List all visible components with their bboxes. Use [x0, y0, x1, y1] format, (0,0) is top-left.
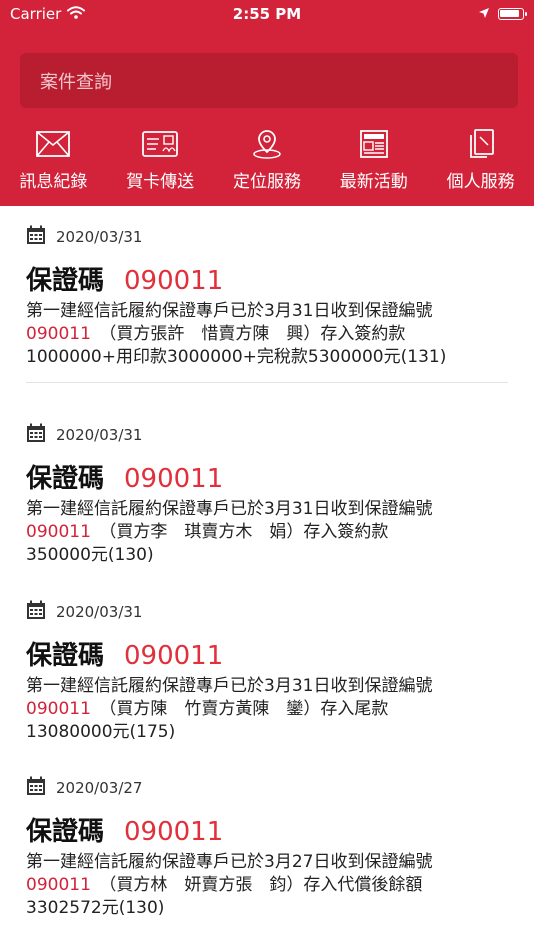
message-title: 保證碼 090011 — [26, 811, 508, 847]
body-code: 090011 — [26, 875, 91, 895]
body-line-2: 090011 （買方李 琪賣方木 娟）存入簽約款 — [26, 521, 508, 544]
body-line-3: 350000元(130) — [26, 545, 154, 565]
date-row: 2020/03/31 — [26, 600, 508, 624]
quick-nav: 訊息紀錄 賀卡傳送 定位服務 最新活動 個人服務 — [0, 126, 534, 196]
message-title: 保證碼 090011 — [26, 458, 508, 494]
envelope-icon — [36, 126, 71, 162]
body-line-3: 3302572元(130) — [26, 898, 165, 918]
status-time: 2:55 PM — [232, 5, 302, 23]
body-parties: （買方林 妍賣方張 鈞）存入代償後餘額 — [107, 875, 423, 895]
message-date: 2020/03/27 — [56, 779, 143, 797]
nav-label: 訊息紀錄 — [19, 172, 88, 192]
body-line-3: 1000000+用印款3000000+完稅款5300000元(131) — [26, 347, 447, 367]
calendar-icon — [26, 225, 46, 249]
status-bar: Carrier 2:55 PM — [0, 0, 534, 30]
calendar-icon — [26, 423, 46, 447]
message-card[interactable]: 2020/03/31 保證碼 090011 第一建經信託履約保證專戶已於3月31… — [26, 423, 508, 567]
body-code: 090011 — [26, 699, 91, 719]
body-line-1: 第一建經信託履約保證專戶已於3月31日收到保證編號 — [26, 676, 433, 696]
nav-item-messages[interactable]: 訊息紀錄 — [0, 126, 106, 196]
message-body: 第一建經信託履約保證專戶已於3月31日收到保證編號 090011 （買方陳 竹賣… — [26, 675, 508, 744]
title-code: 090011 — [124, 817, 224, 847]
nav-label: 最新活動 — [339, 172, 408, 192]
message-date: 2020/03/31 — [56, 228, 143, 246]
body-code: 090011 — [26, 324, 91, 344]
nav-item-news[interactable]: 最新活動 — [321, 126, 427, 196]
title-label: 保證碼 — [26, 266, 105, 296]
title-label: 保證碼 — [26, 817, 105, 847]
body-line-1: 第一建經信託履約保證專戶已於3月27日收到保證編號 — [26, 852, 433, 872]
message-title: 保證碼 090011 — [26, 635, 508, 671]
message-body: 第一建經信託履約保證專戶已於3月31日收到保證編號 090011 （買方李 琪賣… — [26, 498, 508, 567]
nav-item-personal[interactable]: 個人服務 — [428, 126, 534, 196]
calendar-icon — [26, 776, 46, 800]
nav-item-greeting-cards[interactable]: 賀卡傳送 — [107, 126, 213, 196]
newspaper-icon — [359, 126, 389, 162]
message-date: 2020/03/31 — [56, 426, 143, 444]
title-code: 090011 — [124, 641, 224, 671]
body-line-1: 第一建經信託履約保證專戶已於3月31日收到保證編號 — [26, 301, 433, 321]
body-line-3: 13080000元(175) — [26, 722, 176, 742]
search-input[interactable]: 案件查詢 — [20, 53, 518, 108]
body-parties: （買方李 琪賣方木 娟）存入簽約款 — [107, 522, 389, 542]
message-body: 第一建經信託履約保證專戶已於3月27日收到保證編號 090011 （買方林 妍賣… — [26, 851, 508, 920]
nav-item-location[interactable]: 定位服務 — [214, 126, 320, 196]
body-code: 090011 — [26, 522, 91, 542]
app-header: Carrier 2:55 PM 案件查詢 訊息紀錄 賀卡傳送 定位服務 最新活動… — [0, 0, 534, 206]
title-label: 保證碼 — [26, 641, 105, 671]
title-code: 090011 — [124, 464, 224, 494]
message-title: 保證碼 090011 — [26, 260, 508, 296]
location-arrow-icon — [478, 5, 490, 23]
message-card[interactable]: 2020/03/31 保證碼 090011 第一建經信託履約保證專戶已於3月31… — [26, 600, 508, 744]
nav-label: 個人服務 — [446, 172, 515, 192]
battery-icon — [498, 8, 527, 20]
nav-label: 賀卡傳送 — [126, 172, 195, 192]
body-line-2: 090011 （買方張許 惜賣方陳 興）存入簽約款 — [26, 323, 508, 346]
documents-icon — [466, 126, 496, 162]
body-parties: （買方陳 竹賣方黃陳 鑾）存入尾款 — [107, 699, 389, 719]
search-placeholder: 案件查詢 — [40, 71, 112, 93]
message-body: 第一建經信託履約保證專戶已於3月31日收到保證編號 090011 （買方張許 惜… — [26, 300, 508, 369]
date-row: 2020/03/31 — [26, 423, 508, 447]
body-line-1: 第一建經信託履約保證專戶已於3月31日收到保證編號 — [26, 499, 433, 519]
location-pin-icon — [251, 126, 283, 162]
status-right — [478, 5, 527, 23]
calendar-icon — [26, 600, 46, 624]
title-label: 保證碼 — [26, 464, 105, 494]
divider — [26, 382, 508, 383]
title-code: 090011 — [124, 266, 224, 296]
message-card[interactable]: 2020/03/31 保證碼 090011 第一建經信託履約保證專戶已於3月31… — [26, 225, 508, 369]
date-row: 2020/03/27 — [26, 776, 508, 800]
message-card[interactable]: 2020/03/27 保證碼 090011 第一建經信託履約保證專戶已於3月27… — [26, 776, 508, 920]
body-parties: （買方張許 惜賣方陳 興）存入簽約款 — [107, 324, 406, 344]
battery-level — [500, 10, 519, 17]
nav-label: 定位服務 — [232, 172, 301, 192]
body-line-2: 090011 （買方陳 竹賣方黃陳 鑾）存入尾款 — [26, 698, 508, 721]
body-line-2: 090011 （買方林 妍賣方張 鈞）存入代償後餘額 — [26, 874, 508, 897]
date-row: 2020/03/31 — [26, 225, 508, 249]
greeting-card-icon — [142, 126, 179, 162]
message-date: 2020/03/31 — [56, 603, 143, 621]
